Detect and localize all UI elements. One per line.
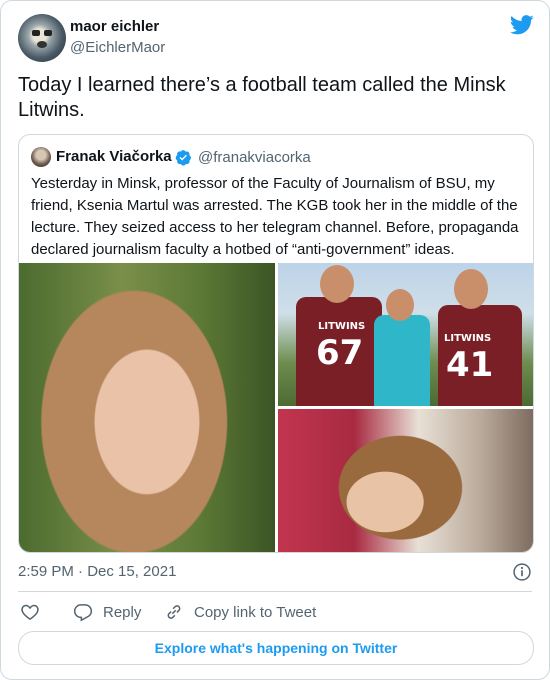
jersey-number-right: 41 [446, 345, 494, 385]
divider [18, 591, 532, 592]
player-head-right [454, 269, 488, 309]
info-icon[interactable] [512, 562, 532, 582]
avatar-nose [37, 41, 47, 48]
player-head-left [320, 265, 354, 303]
quoted-author-avatar[interactable] [31, 147, 51, 167]
photo-woman-portrait[interactable] [19, 263, 275, 552]
jersey-number-left: 67 [316, 333, 364, 373]
avatar-goggle-right [44, 30, 52, 36]
author-avatar[interactable] [18, 14, 66, 62]
like-button[interactable] [20, 602, 50, 622]
quoted-author-handle[interactable]: @franakviacorka [198, 149, 311, 166]
copy-link-button[interactable]: Copy link to Tweet [164, 602, 316, 622]
tweet-timestamp[interactable]: 2:59 PM · Dec 15, 2021 [18, 563, 176, 580]
author-name[interactable]: maor eichler [70, 18, 159, 35]
reply-button[interactable]: Reply [73, 602, 141, 622]
reply-icon [73, 604, 93, 622]
quoted-author-name[interactable]: Franak Viačorka [56, 148, 172, 165]
photo-team-players[interactable]: LITWINS 67 LITWINS 41 [278, 263, 533, 406]
explore-twitter-button[interactable]: Explore what's happening on Twitter [18, 631, 534, 665]
copy-link-label: Copy link to Tweet [194, 603, 317, 621]
photo-woman-closeup[interactable] [278, 409, 533, 552]
reply-label: Reply [103, 603, 142, 621]
quoted-tweet-text: Yesterday in Minsk, professor of the Fac… [31, 175, 519, 258]
avatar-goggle-left [32, 30, 40, 36]
tweet-card: maor eichler @EichlerMaor Today I learne… [0, 0, 550, 680]
teal-shirt [374, 315, 430, 406]
heart-icon [21, 604, 39, 620]
twitter-bird-icon[interactable] [510, 15, 534, 35]
jersey-name-right: LITWINS [444, 333, 492, 344]
woman-head-center [386, 289, 414, 321]
quoted-tweet[interactable]: Franak Viačorka @franakviacorka Yesterda… [18, 134, 534, 553]
author-handle[interactable]: @EichlerMaor [70, 39, 165, 56]
tweet-text: Today I learned there’s a football team … [18, 74, 506, 121]
copy-link-icon [167, 605, 181, 619]
verified-badge-icon [175, 150, 191, 166]
jersey-name-left: LITWINS [318, 321, 366, 332]
